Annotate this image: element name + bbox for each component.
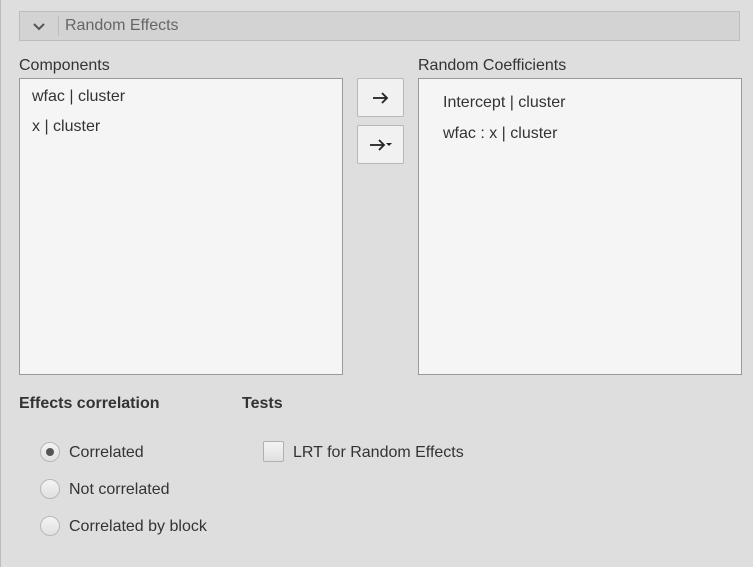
chevron-down-icon[interactable] [30,19,48,35]
effects-correlation-label: Effects correlation [19,395,160,412]
radio-not-correlated-label[interactable]: Not correlated [69,481,170,499]
arrow-right-dropdown-icon [369,138,392,151]
tests-label: Tests [242,395,283,412]
coefficient-item-wfac-x-cluster[interactable]: wfac : x | cluster [443,125,557,143]
components-item-wfac-cluster[interactable]: wfac | cluster [32,88,125,106]
move-right-menu-button[interactable] [357,125,404,164]
radio-correlated-by-block-label[interactable]: Correlated by block [69,518,207,536]
radio-correlated-label[interactable]: Correlated [69,444,144,462]
components-label: Components [19,57,110,74]
coefficient-item-intercept-cluster[interactable]: Intercept | cluster [443,94,565,112]
random-coefficients-listbox[interactable]: Intercept | cluster wfac : x | cluster [418,78,742,375]
arrow-right-icon [372,91,388,104]
random-effects-section-header[interactable]: Random Effects [19,11,740,41]
radio-selected-dot [46,448,54,456]
lrt-checkbox-label[interactable]: LRT for Random Effects [293,444,464,462]
header-separator [58,16,59,36]
section-title: Random Effects [65,17,179,34]
components-item-x-cluster[interactable]: x | cluster [32,118,100,136]
lrt-checkbox[interactable] [263,441,284,462]
move-right-button[interactable] [357,78,404,117]
radio-correlated-by-block[interactable] [40,516,60,536]
radio-correlated[interactable] [40,442,60,462]
radio-not-correlated[interactable] [40,479,60,499]
random-coefficients-label: Random Coefficients [418,57,567,74]
components-listbox[interactable]: wfac | cluster x | cluster [19,78,343,375]
panel-left-border [0,0,1,567]
